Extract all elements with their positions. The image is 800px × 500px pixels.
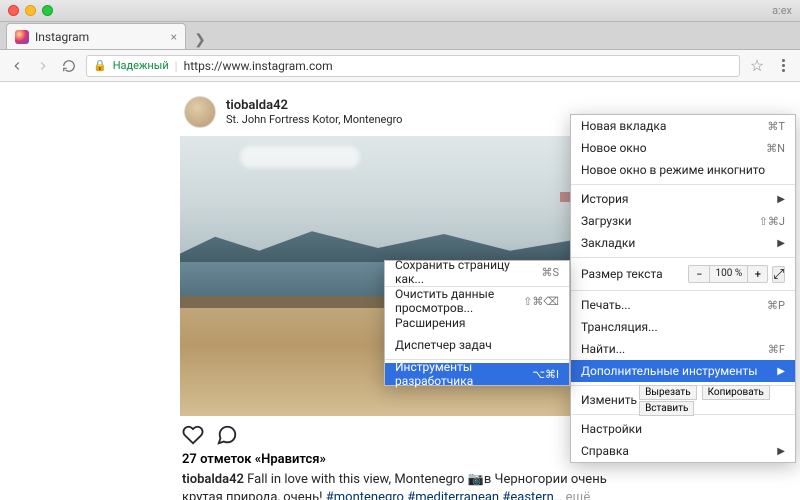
browser-chrome: a:ex Instagram × ❯ 🔒 Надежный | https://… xyxy=(0,0,800,82)
close-tab-icon[interactable]: × xyxy=(171,30,177,44)
fullscreen-button[interactable]: ⤢ xyxy=(772,266,785,283)
forward-button[interactable] xyxy=(34,57,52,75)
heart-icon[interactable] xyxy=(182,424,204,446)
separator: | xyxy=(175,59,178,73)
submenu-save-page[interactable]: Сохранить страницу как...⌘S xyxy=(385,261,569,283)
instagram-favicon-icon xyxy=(15,30,29,44)
menu-more-tools[interactable]: Дополнительные инструменты▶ xyxy=(571,360,795,382)
reload-button[interactable] xyxy=(60,57,78,75)
zoom-out-button[interactable]: − xyxy=(689,266,709,282)
menu-cast[interactable]: Трансляция... xyxy=(571,316,795,338)
lock-icon: 🔒 xyxy=(93,59,107,72)
toolbar: 🔒 Надежный | https://www.instagram.com ☆ xyxy=(0,50,800,82)
secure-label: Надежный xyxy=(113,59,169,72)
caption-more[interactable]: … ещё xyxy=(554,490,591,500)
menu-help[interactable]: Справка▶ xyxy=(571,440,795,462)
page-content: tiobalda42 St. John Fortress Kotor, Mont… xyxy=(0,82,800,500)
menu-settings[interactable]: Настройки xyxy=(571,418,795,440)
menu-edit-row: Изменить Вырезать Копировать Вставить xyxy=(571,389,795,411)
url-text: https://www.instagram.com xyxy=(184,59,333,73)
zoom-in-button[interactable]: + xyxy=(747,266,767,282)
hashtag[interactable]: #montenegro xyxy=(326,490,404,500)
menu-history[interactable]: История▶ xyxy=(571,188,795,210)
browser-tab[interactable]: Instagram × xyxy=(6,23,186,49)
submenu-devtools[interactable]: Инструменты разработчика⌥⌘I xyxy=(385,363,569,385)
post-header: tiobalda42 St. John Fortress Kotor, Mont… xyxy=(180,88,620,136)
comment-icon[interactable] xyxy=(216,424,238,446)
profile-label: a:ex xyxy=(772,4,792,17)
post-location[interactable]: St. John Fortress Kotor, Montenegro xyxy=(226,113,402,126)
cut-button[interactable]: Вырезать xyxy=(639,385,697,400)
submenu-clear-data[interactable]: Очистить данные просмотров...⇧⌘⌫ xyxy=(385,290,569,312)
traffic-lights xyxy=(8,5,53,16)
menu-zoom-row: Размер текста − 100 % + ⤢ xyxy=(571,261,795,287)
chrome-main-menu: Новая вкладка⌘T Новое окно⌘N Новое окно … xyxy=(570,114,796,463)
submenu-extensions[interactable]: Расширения xyxy=(385,312,569,334)
close-window-button[interactable] xyxy=(8,5,19,16)
address-bar[interactable]: 🔒 Надежный | https://www.instagram.com xyxy=(86,55,740,77)
maximize-window-button[interactable] xyxy=(42,5,53,16)
bookmark-star-icon[interactable]: ☆ xyxy=(748,57,766,75)
tab-strip: Instagram × ❯ xyxy=(0,22,800,50)
zoom-percent: 100 % xyxy=(709,266,747,282)
new-tab-button[interactable]: ❯ xyxy=(190,31,210,49)
hashtag[interactable]: #mediterranean xyxy=(407,490,499,500)
submenu-task-manager[interactable]: Диспетчер задач xyxy=(385,334,569,356)
back-button[interactable] xyxy=(8,57,26,75)
tab-title: Instagram xyxy=(35,30,89,44)
paste-button[interactable]: Вставить xyxy=(639,401,694,416)
window-titlebar: a:ex xyxy=(0,0,800,22)
post-actions xyxy=(180,416,620,450)
hashtag[interactable]: #eastern xyxy=(502,490,553,500)
menu-downloads[interactable]: Загрузки⇧⌘J xyxy=(571,210,795,232)
copy-button[interactable]: Копировать xyxy=(702,385,770,400)
caption-username[interactable]: tiobalda42 xyxy=(182,472,244,487)
menu-incognito[interactable]: Новое окно в режиме инкогнито xyxy=(571,159,795,181)
menu-new-tab[interactable]: Новая вкладка⌘T xyxy=(571,115,795,137)
menu-find[interactable]: Найти...⌘F xyxy=(571,338,795,360)
chrome-menu-button[interactable] xyxy=(774,57,792,75)
post-username[interactable]: tiobalda42 xyxy=(226,98,402,113)
menu-new-window[interactable]: Новое окно⌘N xyxy=(571,137,795,159)
likes-count[interactable]: 27 отметок «Нравится» xyxy=(180,450,620,469)
more-tools-submenu: Сохранить страницу как...⌘S Очистить дан… xyxy=(384,260,570,386)
avatar[interactable] xyxy=(184,96,216,128)
menu-print[interactable]: Печать...⌘P xyxy=(571,294,795,316)
zoom-label: Размер текста xyxy=(581,267,663,281)
menu-bookmarks[interactable]: Закладки▶ xyxy=(571,232,795,254)
post-caption: tiobalda42 Fall in love with this view, … xyxy=(180,469,620,500)
minimize-window-button[interactable] xyxy=(25,5,36,16)
edit-label: Изменить xyxy=(581,393,637,407)
